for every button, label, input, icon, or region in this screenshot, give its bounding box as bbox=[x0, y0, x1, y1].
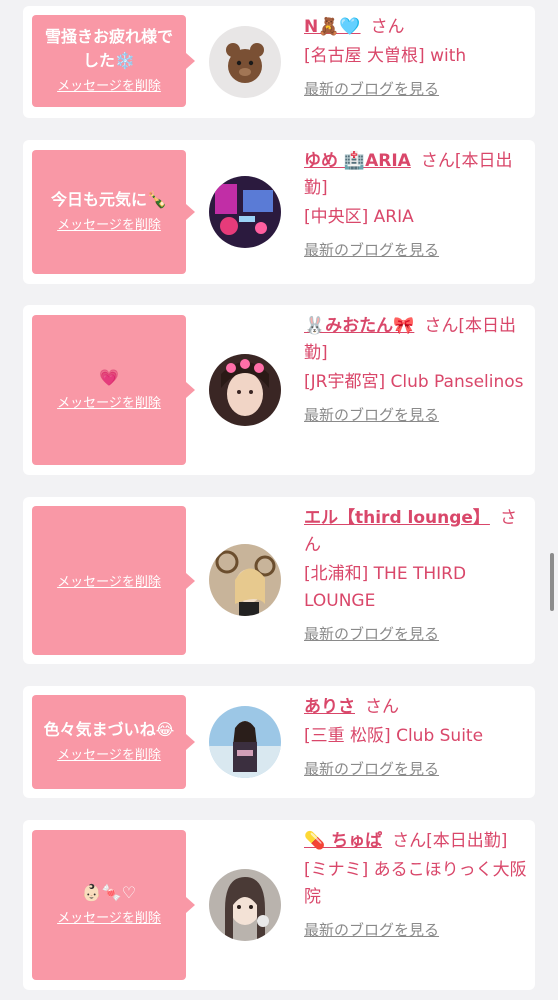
host-info: 💊 ちゅぱ さん[本日出勤] [ミナミ] あるこほりっく大阪院 最新のブログを見る bbox=[304, 828, 528, 941]
honorific: さん[本日出勤] bbox=[392, 831, 508, 851]
delete-message-link[interactable]: メッセージを削除 bbox=[57, 394, 161, 414]
avatar[interactable] bbox=[209, 869, 281, 941]
delete-message-link[interactable]: メッセージを削除 bbox=[57, 216, 161, 236]
scrollbar[interactable] bbox=[550, 553, 554, 611]
avatar-photo bbox=[209, 26, 281, 98]
message-card: 色々気まづいね😂 メッセージを削除 ありさ さん [三重 松阪] Club Sui… bbox=[23, 686, 535, 798]
message-card: 雪掻きお疲れ様でした❄️ メッセージを削除 N🧸🩵 さん [名古屋 大曽根] wi… bbox=[23, 6, 535, 118]
message-bubble: 雪掻きお疲れ様でした❄️ メッセージを削除 bbox=[32, 15, 195, 107]
delete-message-link[interactable]: メッセージを削除 bbox=[57, 909, 161, 929]
delete-message-link[interactable]: メッセージを削除 bbox=[57, 77, 161, 97]
delete-message-link[interactable]: メッセージを削除 bbox=[57, 573, 161, 593]
honorific: さん bbox=[365, 697, 399, 717]
message-bubble: 👶🏻🍬♡ メッセージを削除 bbox=[32, 830, 195, 980]
message-card: 今日も元気に🍾 メッセージを削除 ゆめ 🏥ARIA さん[本日出勤] [中央区] … bbox=[23, 140, 535, 284]
host-name-link[interactable]: N🧸🩵 bbox=[304, 17, 361, 37]
honorific: さん bbox=[370, 17, 405, 37]
latest-blog-link[interactable]: 最新のブログを見る bbox=[304, 623, 528, 645]
host-name-line: ありさ さん bbox=[304, 694, 528, 721]
host-name-link[interactable]: ありさ bbox=[304, 697, 355, 717]
avatar-photo bbox=[209, 869, 281, 941]
shop-info: [中央区] ARIA bbox=[304, 207, 414, 227]
latest-blog-link[interactable]: 最新のブログを見る bbox=[304, 758, 528, 780]
message-card: 👶🏻🍬♡ メッセージを削除 💊 ちゅぱ さん[本日出勤] [ミナミ] あるこほりっ… bbox=[23, 820, 535, 990]
host-name-link[interactable]: ゆめ 🏥ARIA bbox=[304, 151, 411, 171]
avatar[interactable] bbox=[209, 354, 281, 426]
host-info: ゆめ 🏥ARIA さん[本日出勤] [中央区] ARIA 最新のブログを見る bbox=[304, 148, 528, 261]
avatar-photo bbox=[209, 544, 281, 616]
latest-blog-link[interactable]: 最新のブログを見る bbox=[304, 78, 528, 100]
host-info: 🐰みおたん🎀 さん[本日出勤] [JR宇都宮] Club Panselinos 最… bbox=[304, 313, 528, 426]
latest-blog-link[interactable]: 最新のブログを見る bbox=[304, 404, 528, 426]
avatar[interactable] bbox=[209, 26, 281, 98]
avatar-photo bbox=[209, 354, 281, 426]
shop-info: [三重 松阪] Club Suite bbox=[304, 726, 484, 746]
message-bubble: 色々気まづいね😂 メッセージを削除 bbox=[32, 695, 195, 789]
host-info: ありさ さん [三重 松阪] Club Suite 最新のブログを見る bbox=[304, 694, 528, 780]
host-name-line: 💊 ちゅぱ さん[本日出勤] bbox=[304, 828, 528, 855]
message-list: 雪掻きお疲れ様でした❄️ メッセージを削除 N🧸🩵 さん [名古屋 大曽根] wi… bbox=[0, 0, 558, 1000]
shop-info: [JR宇都宮] Club Panselinos bbox=[304, 372, 524, 392]
shop-info: [北浦和] THE THIRD LOUNGE bbox=[304, 564, 467, 611]
host-name-line: N🧸🩵 さん bbox=[304, 14, 528, 41]
host-name-line: ゆめ 🏥ARIA さん[本日出勤] bbox=[304, 148, 528, 202]
message-card: 💗 メッセージを削除 🐰みおたん🎀 さん[本日出勤] [JR宇都宮] Club P… bbox=[23, 305, 535, 475]
message-bubble: 今日も元気に🍾 メッセージを削除 bbox=[32, 150, 195, 274]
delete-message-link[interactable]: メッセージを削除 bbox=[57, 746, 161, 766]
message-text: 💗 bbox=[99, 368, 119, 387]
host-info: N🧸🩵 さん [名古屋 大曽根] with 最新のブログを見る bbox=[304, 14, 528, 100]
avatar[interactable] bbox=[209, 176, 281, 248]
message-bubble: 💗 メッセージを削除 bbox=[32, 315, 195, 465]
avatar[interactable] bbox=[209, 706, 281, 778]
host-name-link[interactable]: エル【third lounge】 bbox=[304, 508, 490, 528]
message-card: メッセージを削除 エル【third lounge】 さん [北浦和] THE TH… bbox=[23, 497, 535, 664]
avatar-photo bbox=[209, 706, 281, 778]
host-name-link[interactable]: 💊 ちゅぱ bbox=[304, 831, 382, 851]
message-text: 👶🏻🍬♡ bbox=[81, 883, 137, 902]
host-name-line: 🐰みおたん🎀 さん[本日出勤] bbox=[304, 313, 528, 367]
shop-info: [ミナミ] あるこほりっく大阪院 bbox=[304, 860, 527, 907]
host-name-link[interactable]: 🐰みおたん🎀 bbox=[304, 316, 414, 336]
latest-blog-link[interactable]: 最新のブログを見る bbox=[304, 919, 528, 941]
avatar[interactable] bbox=[209, 544, 281, 616]
shop-info: [名古屋 大曽根] with bbox=[304, 46, 467, 66]
message-text: 今日も元気に🍾 bbox=[51, 190, 167, 209]
host-info: エル【third lounge】 さん [北浦和] THE THIRD LOUNG… bbox=[304, 505, 528, 645]
avatar-photo bbox=[209, 176, 281, 248]
host-name-line: エル【third lounge】 さん bbox=[304, 505, 528, 559]
message-text: 色々気まづいね😂 bbox=[43, 720, 175, 739]
latest-blog-link[interactable]: 最新のブログを見る bbox=[304, 239, 528, 261]
message-bubble: メッセージを削除 bbox=[32, 506, 195, 655]
message-text: 雪掻きお疲れ様でした❄️ bbox=[44, 27, 173, 70]
